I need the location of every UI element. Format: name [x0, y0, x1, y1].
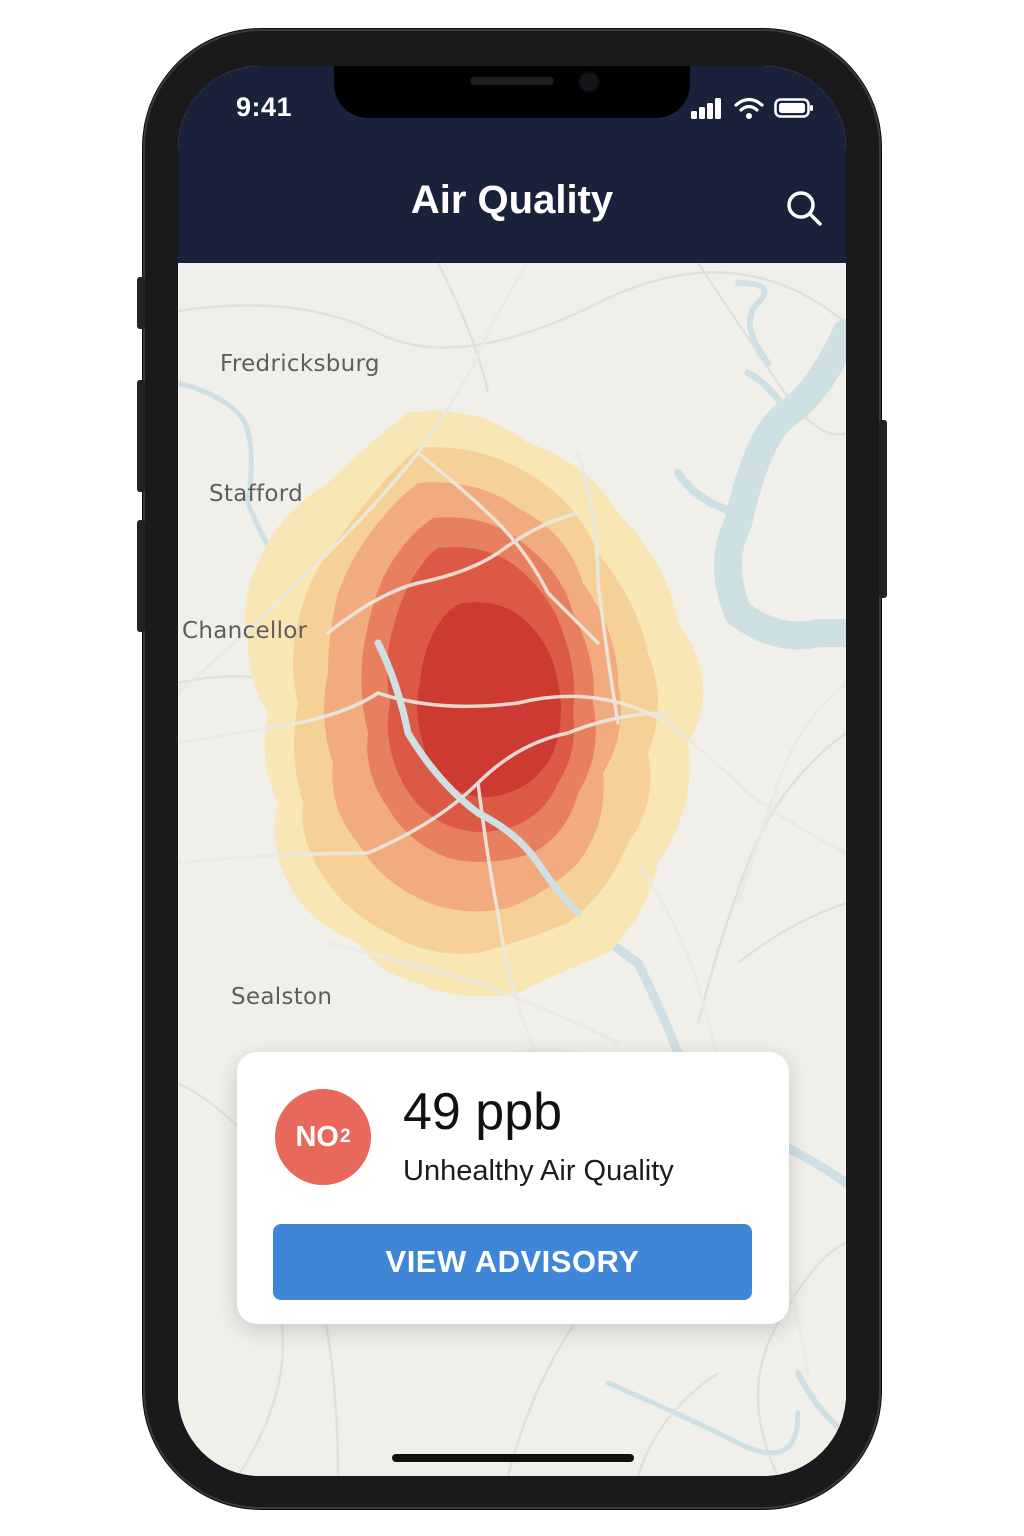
speaker-grille: [470, 77, 554, 85]
phone-screen: Fredricksburg Stafford Chancellor Sealst…: [178, 66, 846, 1476]
map-label-fredricksburg: Fredricksburg: [220, 351, 380, 377]
search-icon: [787, 191, 822, 226]
battery-icon: [774, 98, 813, 118]
air-reading-card: NO 2 49 ppb Unhealthy Air Quality VIEW AD…: [237, 1052, 789, 1324]
notch: [334, 66, 690, 118]
status-icons: [690, 96, 814, 120]
cellular-signal-icon: [691, 98, 721, 119]
pollutant-name: NO: [295, 1120, 339, 1153]
status-time: 9:41: [236, 92, 293, 122]
volume-up-button: [137, 380, 145, 492]
map-label-stafford: Stafford: [209, 481, 304, 507]
silent-switch: [137, 277, 145, 329]
pollutant-subscript: 2: [339, 1126, 351, 1147]
page-title: Air Quality: [410, 178, 614, 222]
map-label-sealston: Sealston: [231, 984, 333, 1010]
home-indicator[interactable]: [392, 1454, 634, 1462]
wifi-icon: [734, 97, 764, 119]
map-label-chancellor: Chancellor: [182, 618, 308, 644]
view-advisory-button[interactable]: VIEW ADVISORY: [273, 1224, 752, 1300]
search-button[interactable]: [784, 188, 824, 228]
volume-down-button: [137, 520, 145, 632]
no2-pollutant-badge: NO 2: [275, 1089, 371, 1185]
pollutant-reading-value: 49 ppb: [403, 1083, 563, 1141]
front-camera: [580, 73, 598, 91]
app-header: 9:41 Air Quality: [178, 66, 846, 263]
power-button: [879, 420, 887, 598]
air-quality-status: Unhealthy Air Quality: [403, 1155, 674, 1187]
